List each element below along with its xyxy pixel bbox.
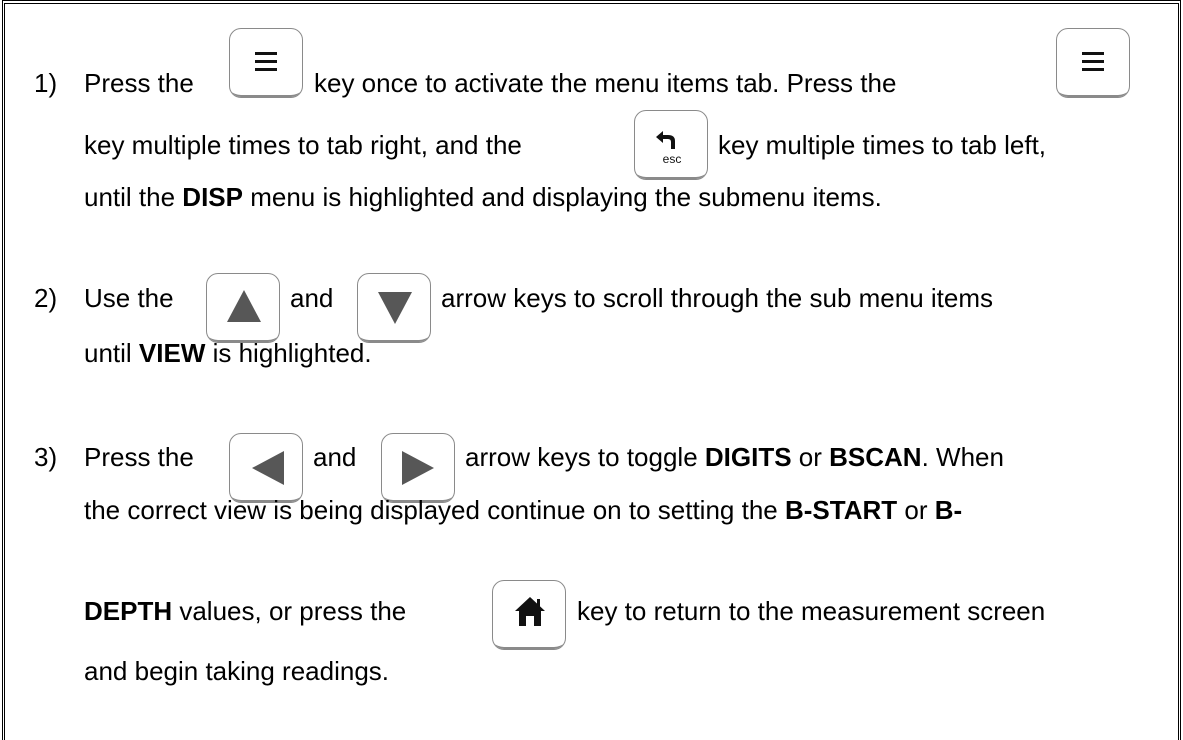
menu-icon bbox=[255, 52, 277, 71]
step-3-text-e: DEPTH values, or press the bbox=[84, 596, 407, 626]
back-arrow-icon: esc bbox=[656, 131, 682, 166]
step-2-number: 2) bbox=[34, 283, 58, 313]
menu-key-1 bbox=[229, 28, 303, 98]
step-2-text-a: Use the bbox=[84, 283, 174, 313]
step-1-text-b: key once to activate the menu items tab.… bbox=[314, 68, 897, 98]
step-3-text-f: key to return to the measurement screen bbox=[577, 596, 1046, 626]
esc-key: esc bbox=[634, 110, 708, 180]
left-key bbox=[229, 433, 303, 503]
step-3-text-a: Press the bbox=[84, 442, 194, 472]
left-arrow-icon bbox=[252, 451, 284, 485]
step-3-text-d: the correct view is being displayed cont… bbox=[84, 495, 963, 525]
right-arrow-icon bbox=[402, 451, 434, 485]
down-key bbox=[357, 273, 431, 343]
step-3-number: 3) bbox=[34, 442, 58, 472]
step-2-text-b: and bbox=[290, 283, 334, 313]
menu-icon bbox=[1082, 52, 1104, 71]
home-icon bbox=[515, 597, 545, 626]
step-3-text-c: arrow keys to toggle DIGITS or BSCAN. Wh… bbox=[465, 442, 1004, 472]
menu-key-2 bbox=[1056, 28, 1130, 98]
esc-label: esc bbox=[663, 152, 682, 166]
step-3-text-g: and begin taking readings. bbox=[84, 656, 390, 686]
down-arrow-icon bbox=[378, 292, 412, 324]
step-1-text-a: Press the bbox=[84, 68, 194, 98]
up-arrow-icon bbox=[227, 290, 261, 322]
document-frame bbox=[2, 0, 1181, 740]
step-1-text-c: key multiple times to tab right, and the bbox=[84, 130, 522, 160]
step-1-number: 1) bbox=[34, 68, 58, 98]
right-key bbox=[381, 433, 455, 503]
home-key bbox=[492, 580, 566, 650]
step-2-text-d: until VIEW is highlighted. bbox=[84, 338, 372, 368]
up-key bbox=[206, 273, 280, 343]
step-2-text-c: arrow keys to scroll through the sub men… bbox=[441, 283, 994, 313]
step-1-text-e: until the DISP menu is highlighted and d… bbox=[84, 182, 882, 212]
step-3-text-b: and bbox=[313, 442, 357, 472]
step-1-text-d: key multiple times to tab left, bbox=[718, 130, 1047, 160]
